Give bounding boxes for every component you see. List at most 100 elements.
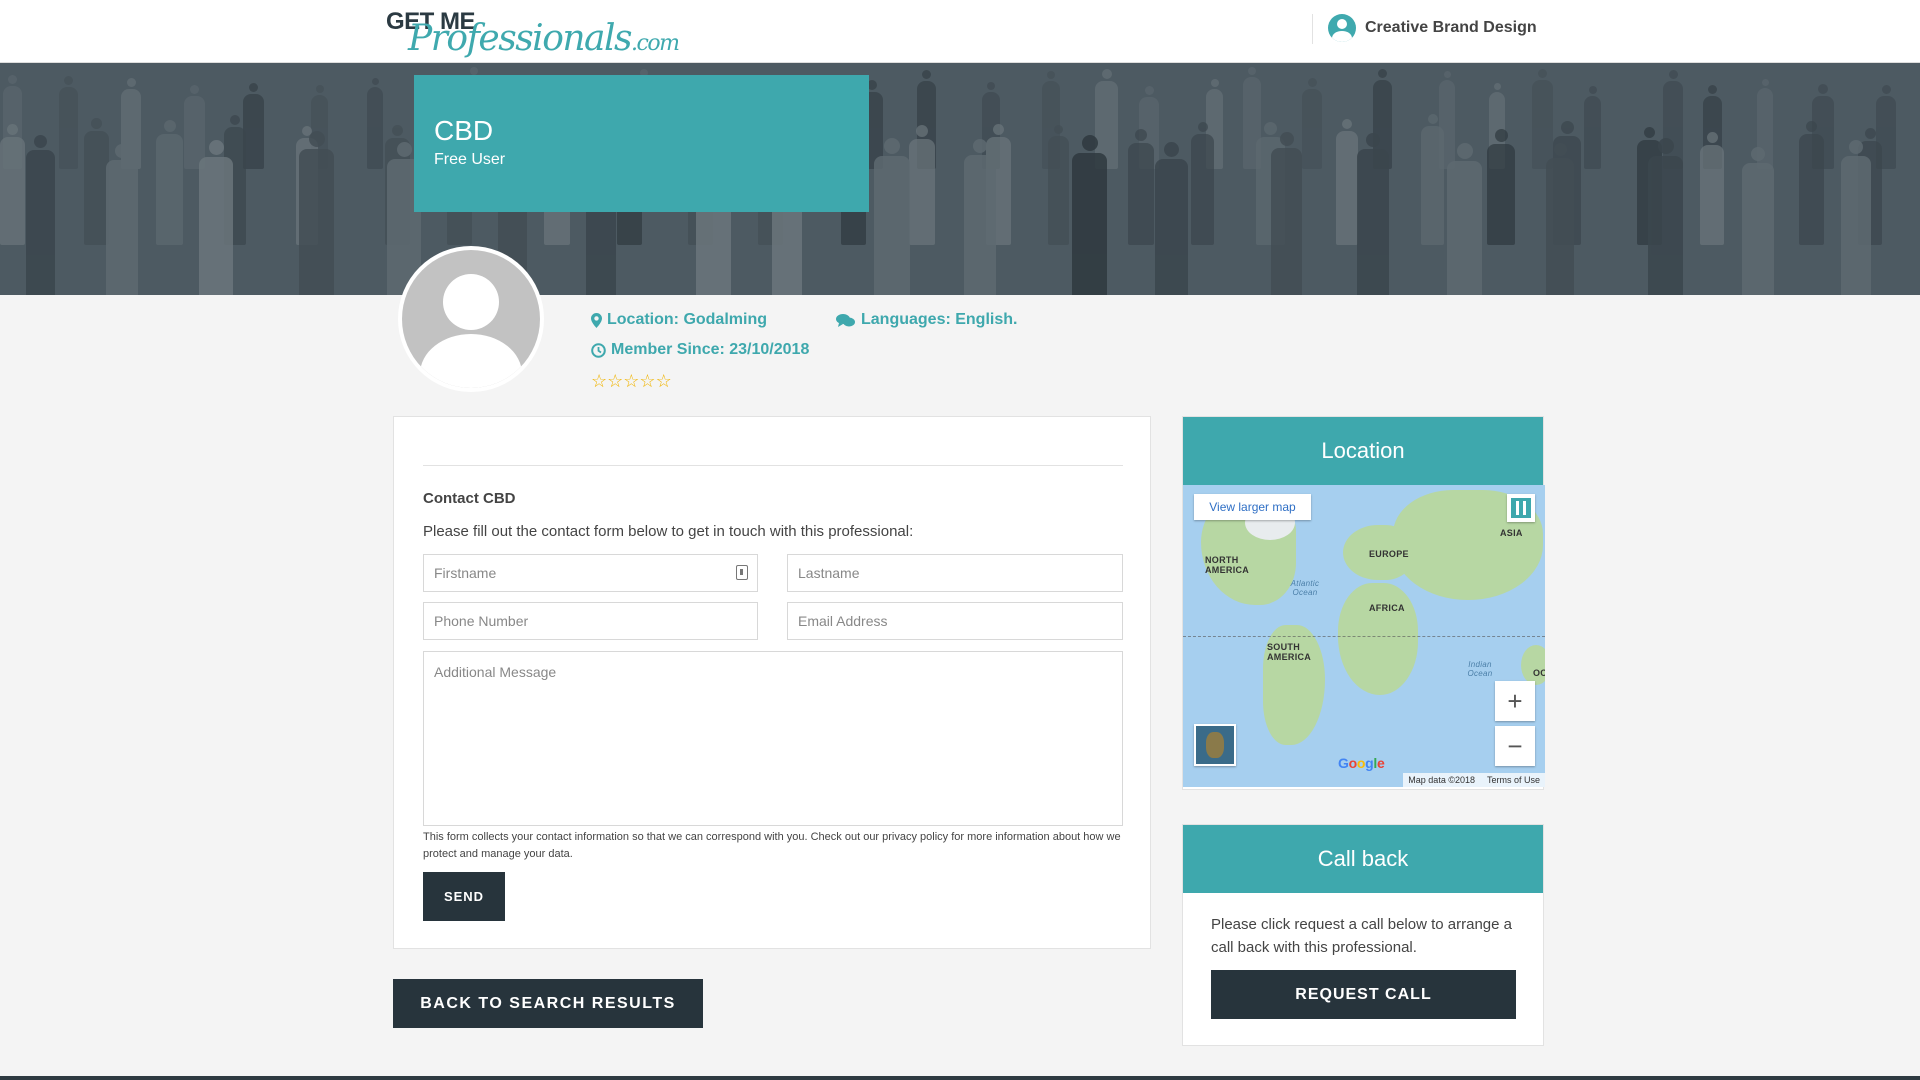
profile-location: Location: Godalming <box>591 311 767 329</box>
crowd-silhouette <box>1048 125 1069 245</box>
footer-edge <box>0 1076 1920 1080</box>
zoom-in-button[interactable]: + <box>1495 681 1535 721</box>
star-empty-icon: ☆ <box>639 371 656 391</box>
crowd-silhouette <box>1357 133 1389 295</box>
crowd-silhouette <box>299 131 334 295</box>
user-name: Creative Brand Design <box>1365 19 1537 36</box>
contact-intro: Please fill out the contact form below t… <box>423 523 914 540</box>
crowd-silhouette <box>1742 147 1774 295</box>
crowd-silhouette <box>1841 140 1871 295</box>
crowd-silhouette <box>1271 132 1302 295</box>
crowd-silhouette <box>199 140 233 295</box>
terms-of-use-link[interactable]: Terms of Use <box>1487 775 1540 785</box>
divider <box>423 465 1123 466</box>
profile-name-box: CBD Free User <box>414 75 869 212</box>
crowd-silhouette <box>1128 129 1154 245</box>
crowd-silhouette <box>156 120 183 245</box>
star-empty-icon: ☆ <box>591 371 608 391</box>
star-empty-icon: ☆ <box>655 371 672 391</box>
crowd-silhouette <box>964 139 996 295</box>
star-empty-icon: ☆ <box>623 371 640 391</box>
crowd-silhouette <box>1072 135 1107 295</box>
map-pin-icon <box>591 312 602 328</box>
crowd-silhouette <box>1302 78 1322 169</box>
header-divider <box>1312 14 1313 44</box>
crowd-silhouette <box>1584 86 1601 169</box>
zoom-out-button[interactable]: − <box>1495 726 1535 766</box>
contact-form-card: Contact CBD Please fill out the contact … <box>393 416 1151 949</box>
logo-suffix: .com <box>631 31 680 56</box>
location-card-title: Location <box>1183 417 1543 485</box>
crowd-silhouette <box>367 78 383 169</box>
crowd-silhouette <box>0 124 25 245</box>
site-logo[interactable]: GET ME Professionals.com <box>384 8 680 59</box>
autofill-contact-icon[interactable] <box>736 565 748 580</box>
crowd-silhouette <box>1191 122 1214 245</box>
languages-text: Languages: English. <box>861 311 1018 328</box>
lastname-field[interactable] <box>787 554 1123 592</box>
crowd-silhouette <box>1421 114 1444 245</box>
crowd-silhouette <box>874 138 910 295</box>
top-header: GET ME Professionals.com Creative Brand … <box>0 0 1920 63</box>
rating-stars: ☆ ☆ ☆ ☆ ☆ <box>591 372 672 390</box>
user-circle-icon <box>1328 14 1356 42</box>
map-land-oceania <box>1521 645 1545 685</box>
profile-avatar <box>398 246 544 392</box>
map-data-text: Map data ©2018 <box>1408 775 1475 785</box>
logo-word: Professionals <box>408 18 633 59</box>
logo-line2: Professionals.com <box>408 18 680 59</box>
callback-text: Please click request a call below to arr… <box>1211 916 1512 956</box>
email-field[interactable] <box>787 602 1123 640</box>
profile-banner <box>0 63 1920 295</box>
crowd-silhouette <box>1648 138 1683 295</box>
profile-role: Free User <box>434 151 506 168</box>
google-logo: Google <box>1338 755 1385 771</box>
firstname-field[interactable] <box>423 554 758 592</box>
user-account-menu[interactable]: Creative Brand Design <box>1328 13 1537 43</box>
message-field[interactable] <box>423 651 1123 826</box>
chat-bubbles-icon <box>836 313 855 327</box>
crowd-silhouette <box>243 83 264 169</box>
location-card: Location NORTH AMERICA SOUTH AMERICA EUR… <box>1182 416 1545 790</box>
map-label-oceania: OC <box>1533 668 1545 678</box>
map-label-asia: ASIA <box>1500 528 1523 538</box>
crowd-silhouette <box>106 144 138 295</box>
map-label-europe: EUROPE <box>1369 549 1409 559</box>
phone-field[interactable] <box>423 602 758 640</box>
star-empty-icon: ☆ <box>607 371 624 391</box>
clock-icon <box>591 342 606 358</box>
satellite-view-toggle[interactable] <box>1194 724 1236 766</box>
request-call-button[interactable]: REQUEST CALL <box>1211 970 1516 1019</box>
contact-title: Contact CBD <box>423 490 516 507</box>
crowd-silhouette <box>1799 121 1824 245</box>
crowd-silhouette <box>26 135 55 295</box>
map-label-atlantic: Atlantic Ocean <box>1290 579 1320 597</box>
fullscreen-icon[interactable] <box>1507 494 1535 522</box>
map-label-africa: AFRICA <box>1369 603 1405 613</box>
crowd-silhouette <box>59 76 78 169</box>
crowd-silhouette <box>1487 129 1515 245</box>
crowd-silhouette <box>909 125 935 245</box>
crowd-silhouette <box>1336 119 1358 245</box>
map-land-africa <box>1338 583 1418 695</box>
crowd-silhouette <box>1700 132 1724 245</box>
map-label-south-america: SOUTH AMERICA <box>1267 642 1312 662</box>
profile-member-since: Member Since: 23/10/2018 <box>591 341 809 359</box>
crowd-silhouette <box>1155 142 1188 295</box>
profile-languages: Languages: English. <box>836 311 1017 329</box>
callback-card-title: Call back <box>1183 825 1543 893</box>
send-button[interactable]: SEND <box>423 872 505 921</box>
back-to-search-button[interactable]: BACK TO SEARCH RESULTS <box>393 979 703 1028</box>
location-map[interactable]: NORTH AMERICA SOUTH AMERICA EUROPE AFRIC… <box>1183 485 1545 787</box>
map-label-indian: Indian Ocean <box>1467 660 1493 678</box>
crowd-silhouette <box>1546 143 1574 295</box>
map-footer: Map data ©2018 Terms of Use <box>1403 773 1545 787</box>
view-larger-map-link[interactable]: View larger map <box>1194 494 1311 520</box>
privacy-disclaimer: This form collects your contact informat… <box>423 831 1121 860</box>
member-since-text: Member Since: 23/10/2018 <box>611 341 810 358</box>
location-text: Location: Godalming <box>607 311 767 328</box>
profile-name: CBD <box>434 115 494 146</box>
map-equator-line <box>1183 636 1545 637</box>
crowd-silhouette <box>1447 143 1482 295</box>
default-avatar-icon <box>402 250 540 388</box>
